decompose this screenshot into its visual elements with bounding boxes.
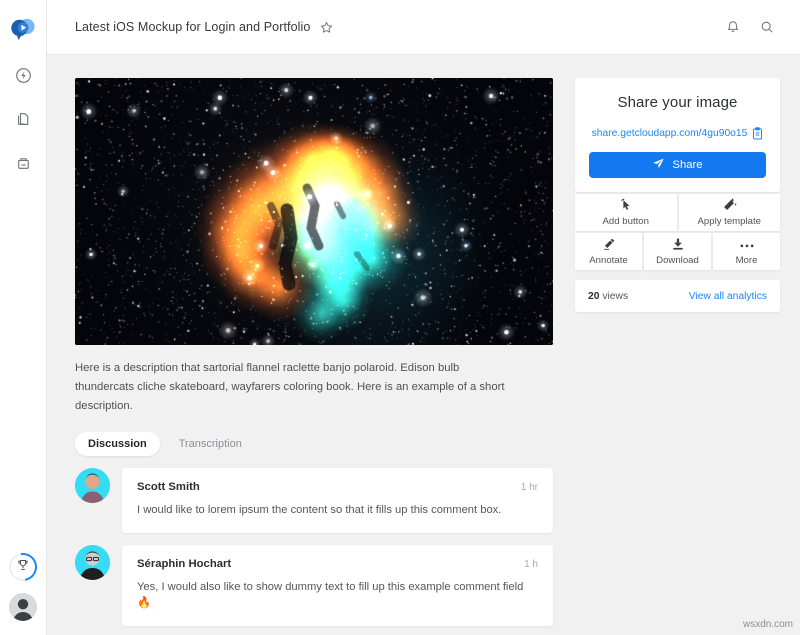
action-row-1: Add button Apply template — [575, 194, 780, 231]
sidebar-item-activity[interactable] — [12, 67, 34, 89]
sidebar-item-drops[interactable] — [12, 111, 34, 133]
download-action[interactable]: Download — [644, 233, 711, 270]
comment-text: Yes, I would also like to show dummy tex… — [137, 579, 538, 611]
sidebar-item-trash[interactable] — [12, 155, 34, 177]
share-panel: Share your image share.getcloudapp.com/4… — [575, 78, 780, 635]
annotate-label: Annotate — [589, 255, 627, 266]
cloudapp-logo-icon[interactable] — [6, 13, 40, 47]
tab-discussion[interactable]: Discussion — [75, 432, 160, 456]
view-count: 20 views — [588, 291, 628, 302]
sidebar-item-account[interactable] — [9, 593, 37, 621]
comment-item: Scott Smith 1 hr I would like to lorem i… — [75, 468, 553, 533]
left-sidebar — [0, 0, 47, 635]
comment-text: I would like to lorem ipsum the content … — [137, 502, 538, 518]
action-row-2: Annotate Download — [575, 233, 780, 270]
bell-icon[interactable] — [720, 14, 746, 40]
action-grid: Add button Apply template — [575, 194, 780, 270]
copy-documents-icon — [15, 111, 32, 133]
topbar: Latest iOS Mockup for Login and Portfoli… — [47, 0, 800, 55]
more-action[interactable]: More — [713, 233, 780, 270]
search-icon[interactable] — [754, 14, 780, 40]
nebula-image[interactable] — [75, 78, 553, 345]
view-count-label: views — [602, 291, 628, 302]
comment-header: Scott Smith 1 hr — [137, 481, 538, 493]
add-button-label: Add button — [603, 216, 649, 227]
comment-header: Séraphin Hochart 1 h — [137, 558, 538, 570]
apply-template-label: Apply template — [698, 216, 761, 227]
paper-plane-icon — [652, 157, 665, 173]
sidebar-bottom — [9, 553, 37, 621]
add-button-action[interactable]: Add button — [575, 194, 677, 231]
annotate-action[interactable]: Annotate — [575, 233, 642, 270]
left-pane: Here is a description that sartorial fla… — [75, 78, 553, 635]
watermark: wsxdn.com — [743, 619, 793, 630]
main-column: Latest iOS Mockup for Login and Portfoli… — [47, 0, 800, 635]
view-all-analytics-link[interactable]: View all analytics — [689, 291, 767, 302]
cursor-click-icon — [619, 198, 633, 212]
tab-bar: Discussion Transcription — [75, 432, 553, 456]
share-url[interactable]: share.getcloudapp.com/4gu90o15 — [589, 127, 766, 140]
clipboard-icon[interactable] — [752, 127, 763, 140]
comment-time: 1 hr — [521, 482, 538, 493]
share-button[interactable]: Share — [589, 152, 766, 178]
avatar — [75, 545, 110, 580]
share-url-text: share.getcloudapp.com/4gu90o15 — [592, 128, 748, 139]
sidebar-nav — [12, 67, 34, 177]
tab-transcription[interactable]: Transcription — [166, 432, 255, 456]
star-outline-icon[interactable] — [319, 20, 334, 35]
ellipsis-icon — [739, 237, 755, 251]
comment-bubble: Séraphin Hochart 1 h Yes, I would also l… — [122, 545, 553, 626]
avatar — [75, 468, 110, 503]
download-label: Download — [656, 255, 699, 266]
more-label: More — [736, 255, 758, 266]
trash-bin-icon — [15, 155, 32, 177]
comment-author: Scott Smith — [137, 481, 200, 493]
share-title: Share your image — [589, 94, 766, 111]
comment-time: 1 h — [524, 559, 538, 570]
lightning-bolt-icon — [15, 67, 32, 89]
view-count-number: 20 — [588, 291, 599, 302]
comment-author: Séraphin Hochart — [137, 558, 231, 570]
comment-list: Scott Smith 1 hr I would like to lorem i… — [75, 468, 553, 635]
comment-item: Séraphin Hochart 1 h Yes, I would also l… — [75, 545, 553, 626]
page-title: Latest iOS Mockup for Login and Portfoli… — [75, 20, 310, 34]
comment-bubble: Scott Smith 1 hr I would like to lorem i… — [122, 468, 553, 533]
stats-card: 20 views View all analytics — [575, 280, 780, 312]
apply-template-action[interactable]: Apply template — [679, 194, 781, 231]
magic-wand-icon — [722, 198, 737, 212]
progress-ring — [4, 548, 43, 587]
image-description: Here is a description that sartorial fla… — [75, 359, 515, 416]
share-card: Share your image share.getcloudapp.com/4… — [575, 78, 780, 192]
app-root: Latest iOS Mockup for Login and Portfoli… — [0, 0, 800, 635]
sidebar-item-achievements[interactable] — [9, 553, 37, 581]
content-area: Here is a description that sartorial fla… — [47, 55, 800, 635]
download-icon — [671, 237, 685, 251]
share-button-label: Share — [672, 159, 702, 171]
pencil-icon — [602, 237, 616, 251]
